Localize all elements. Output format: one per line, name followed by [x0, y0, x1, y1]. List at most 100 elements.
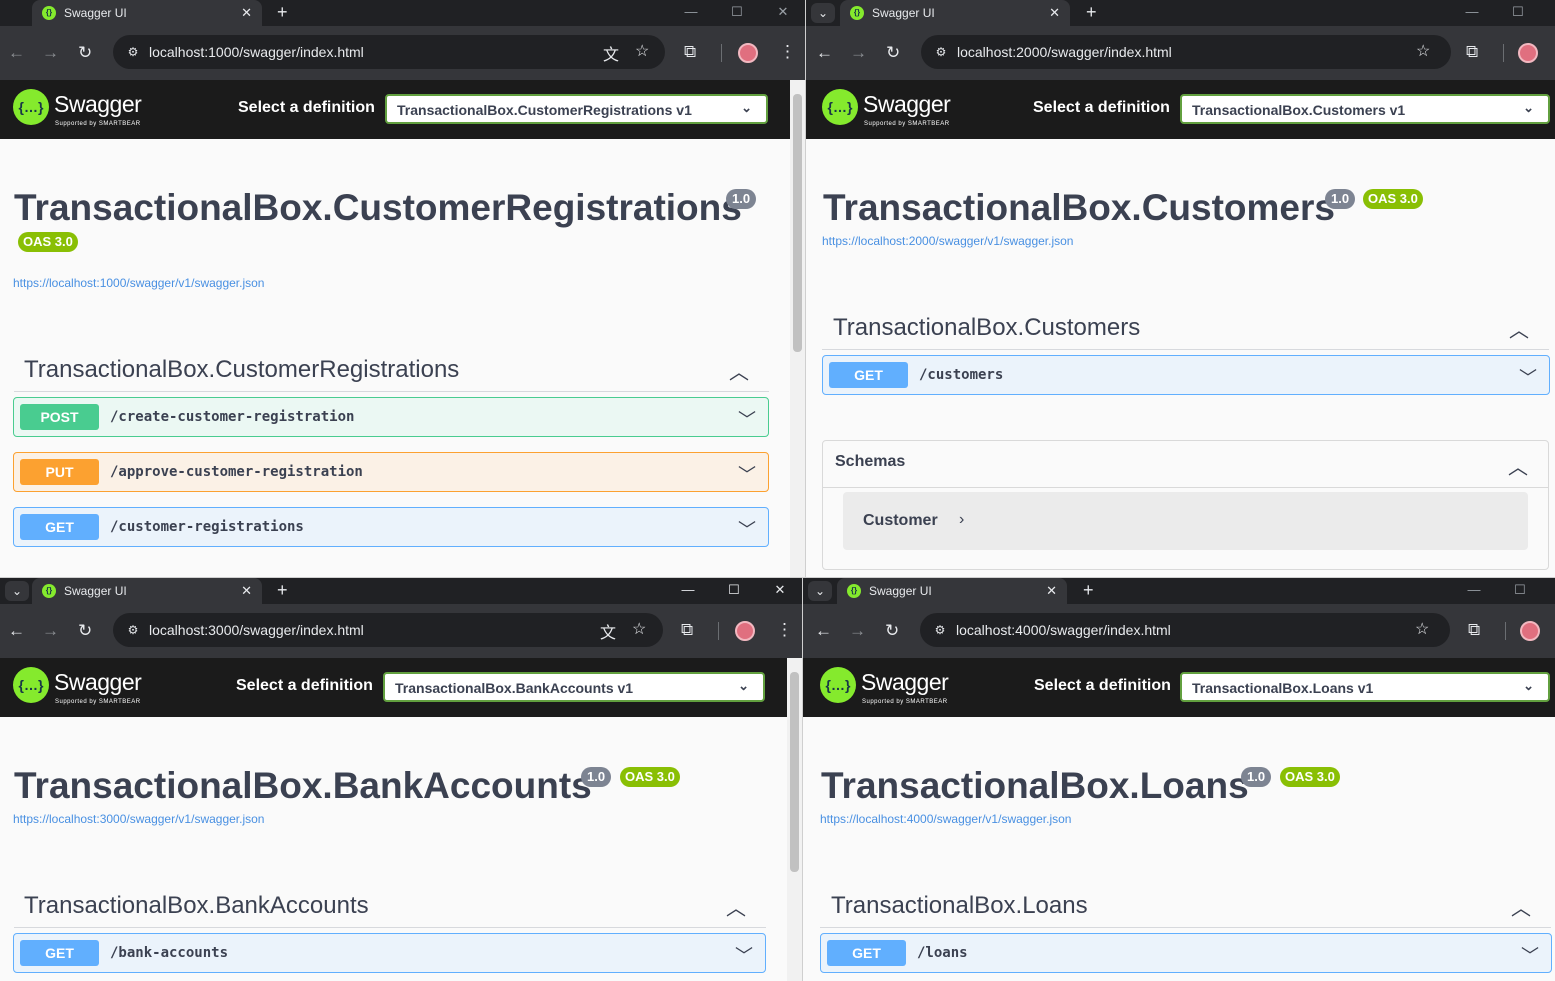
minimize-icon[interactable]: —: [676, 4, 706, 19]
operation-row[interactable]: GET /customers ﹀: [822, 355, 1550, 395]
select-definition-label: Select a definition: [236, 677, 373, 694]
browser-tab[interactable]: {} Swagger UI ✕: [32, 578, 262, 604]
extensions-icon[interactable]: ⧉: [1468, 620, 1480, 640]
swagger-favicon-icon: {}: [42, 6, 56, 20]
new-tab-icon[interactable]: +: [277, 3, 288, 21]
address-bar[interactable]: ⚙ localhost:3000/swagger/index.html 文 ☆: [113, 613, 663, 647]
translate-icon[interactable]: 文: [603, 41, 619, 65]
back-icon[interactable]: ←: [8, 43, 25, 63]
definition-select[interactable]: TransactionalBox.BankAccounts v1 ⌄: [383, 672, 765, 702]
profile-avatar[interactable]: [735, 621, 755, 641]
operation-row[interactable]: GET /loans ﹀: [820, 933, 1552, 973]
translate-icon[interactable]: 文: [600, 619, 616, 643]
tab-title: Swagger UI: [872, 6, 935, 20]
back-icon[interactable]: ←: [8, 621, 25, 641]
back-icon[interactable]: ←: [815, 621, 832, 641]
bookmark-star-icon[interactable]: ☆: [635, 41, 649, 61]
chevron-up-icon[interactable]: ︿: [1508, 451, 1528, 480]
tag-section-header[interactable]: TransactionalBox.CustomerRegistrations ︿: [14, 350, 769, 392]
new-tab-icon[interactable]: +: [1086, 3, 1097, 21]
maximize-icon[interactable]: ☐: [1503, 4, 1533, 20]
scrollbar-thumb[interactable]: [793, 94, 802, 352]
profile-avatar[interactable]: [1520, 621, 1540, 641]
swagger-logo-sub: Supported by SMARTBEAR: [55, 699, 141, 705]
api-title: TransactionalBox.BankAccounts: [14, 765, 592, 806]
site-info-icon[interactable]: ⚙: [931, 42, 951, 62]
definition-select[interactable]: TransactionalBox.Loans v1 ⌄: [1180, 672, 1550, 702]
site-info-icon[interactable]: ⚙: [123, 620, 143, 640]
forward-icon[interactable]: →: [849, 621, 866, 641]
forward-icon[interactable]: →: [850, 43, 867, 63]
reload-icon[interactable]: ↻: [78, 621, 92, 641]
address-bar[interactable]: ⚙ localhost:4000/swagger/index.html ☆: [920, 613, 1450, 647]
spec-link[interactable]: https://localhost:2000/swagger/v1/swagge…: [822, 234, 1073, 248]
close-window-icon[interactable]: ✕: [768, 4, 798, 20]
tab-search-icon[interactable]: ⌄: [808, 581, 832, 601]
operation-row[interactable]: GET /customer-registrations ﹀: [13, 507, 769, 547]
address-bar[interactable]: ⚙ localhost:2000/swagger/index.html ☆: [921, 35, 1451, 69]
schemas-header[interactable]: Schemas: [835, 453, 905, 471]
site-info-icon[interactable]: ⚙: [930, 620, 950, 640]
menu-kebab-icon[interactable]: ⋮: [779, 42, 796, 62]
minimize-icon[interactable]: —: [1457, 4, 1487, 19]
tab-search-icon[interactable]: ⌄: [811, 3, 835, 23]
profile-avatar[interactable]: [1518, 43, 1538, 63]
bookmark-star-icon[interactable]: ☆: [1415, 619, 1429, 639]
extensions-icon[interactable]: ⧉: [684, 42, 696, 62]
bookmark-star-icon[interactable]: ☆: [632, 619, 646, 639]
minimize-icon[interactable]: —: [673, 582, 703, 597]
maximize-icon[interactable]: ☐: [722, 4, 752, 20]
browser-tab[interactable]: {} Swagger UI ✕: [32, 0, 262, 26]
tab-title: Swagger UI: [64, 6, 127, 20]
minimize-icon[interactable]: —: [1459, 582, 1489, 597]
spec-link[interactable]: https://localhost:1000/swagger/v1/swagge…: [13, 276, 264, 290]
operation-row[interactable]: POST /create-customer-registration ﹀: [13, 397, 769, 437]
close-tab-icon[interactable]: ✕: [241, 5, 252, 21]
reload-icon[interactable]: ↻: [885, 621, 899, 641]
api-title: TransactionalBox.Loans: [821, 765, 1249, 806]
reload-icon[interactable]: ↻: [78, 43, 92, 63]
maximize-icon[interactable]: ☐: [719, 582, 749, 598]
extensions-icon[interactable]: ⧉: [681, 620, 693, 640]
tag-section-header[interactable]: TransactionalBox.Loans ︿: [820, 886, 1551, 928]
chevron-up-icon: ︿: [1509, 320, 1529, 342]
browser-tab[interactable]: {} Swagger UI ✕: [837, 578, 1067, 604]
definition-select[interactable]: TransactionalBox.CustomerRegistrations v…: [385, 94, 768, 124]
menu-kebab-icon[interactable]: ⋮: [776, 620, 793, 640]
close-tab-icon[interactable]: ✕: [1049, 5, 1060, 21]
bookmark-star-icon[interactable]: ☆: [1416, 41, 1430, 61]
extensions-icon[interactable]: ⧉: [1466, 42, 1478, 62]
tab-search-icon[interactable]: ⌄: [5, 581, 29, 601]
operation-row[interactable]: PUT /approve-customer-registration ﹀: [13, 452, 769, 492]
spec-link[interactable]: https://localhost:3000/swagger/v1/swagge…: [13, 812, 264, 826]
toolbar-divider: [718, 622, 719, 640]
maximize-icon[interactable]: ☐: [1505, 582, 1535, 598]
close-window-icon[interactable]: ✕: [765, 582, 795, 598]
new-tab-icon[interactable]: +: [1083, 581, 1094, 599]
definition-select[interactable]: TransactionalBox.Customers v1 ⌄: [1180, 94, 1550, 124]
schema-model[interactable]: Customer ›: [843, 492, 1528, 550]
browser-tab[interactable]: {} Swagger UI ✕: [840, 0, 1070, 26]
close-tab-icon[interactable]: ✕: [241, 583, 252, 599]
profile-avatar[interactable]: [738, 43, 758, 63]
close-tab-icon[interactable]: ✕: [1046, 583, 1057, 599]
scrollbar[interactable]: [790, 80, 805, 577]
scrollbar-thumb[interactable]: [790, 672, 799, 872]
forward-icon[interactable]: →: [42, 43, 59, 63]
tag-section-header[interactable]: TransactionalBox.BankAccounts ︿: [14, 886, 766, 928]
back-icon[interactable]: ←: [816, 43, 833, 63]
reload-icon[interactable]: ↻: [886, 43, 900, 63]
operation-row[interactable]: GET /bank-accounts ﹀: [13, 933, 766, 973]
site-info-icon[interactable]: ⚙: [123, 42, 143, 62]
swagger-logo-text: Swagger: [861, 669, 949, 695]
new-tab-icon[interactable]: +: [277, 581, 288, 599]
version-badge: 1.0: [581, 767, 612, 787]
address-bar[interactable]: ⚙ localhost:1000/swagger/index.html 文 ☆: [113, 35, 665, 69]
scrollbar[interactable]: [787, 658, 802, 981]
spec-link[interactable]: https://localhost:4000/swagger/v1/swagge…: [820, 812, 1071, 826]
tag-section-header[interactable]: TransactionalBox.Customers ︿: [822, 308, 1549, 350]
forward-icon[interactable]: →: [42, 621, 59, 641]
chevron-down-icon: ⌄: [741, 100, 752, 115]
version-badge: 1.0: [1325, 189, 1356, 209]
browser-window-3: ⌄ {} Swagger UI ✕ + — ☐ ✕ ← → ↻ ⚙ localh…: [0, 578, 802, 981]
